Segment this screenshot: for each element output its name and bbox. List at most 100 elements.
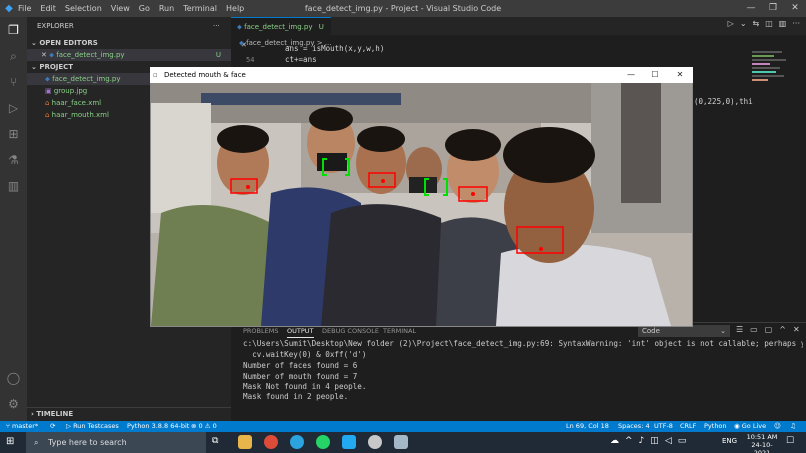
split-editor-icon[interactable]: ▥ — [779, 19, 787, 28]
files-icon[interactable]: ❐ — [0, 23, 27, 37]
search-icon[interactable]: ⌕ — [0, 49, 27, 64]
xml-file-icon: ⌂ — [45, 111, 52, 119]
network-icon[interactable]: ◫ — [650, 436, 659, 446]
run-testcases[interactable]: ▷ Run Testcases — [66, 421, 119, 432]
problems-status[interactable]: ⊗ 0 ⚠ 0 — [191, 421, 217, 432]
menu-view[interactable]: View — [111, 4, 130, 13]
language-status[interactable]: Python — [704, 421, 727, 432]
vscode-icon[interactable] — [342, 435, 356, 449]
encoding-status[interactable]: UTF-8 — [654, 421, 673, 432]
output-line: Mask found in 2 people. — [243, 392, 349, 401]
output-line: cv.waitKey(0) & 0xff('d') — [243, 350, 367, 359]
tab-terminal[interactable]: TERMINAL — [383, 327, 416, 335]
menu-edit[interactable]: Edit — [40, 4, 56, 13]
task-view-icon[interactable]: ⧉ — [212, 436, 218, 446]
tab-debug-console[interactable]: DEBUG CONSOLE — [322, 327, 379, 335]
status-bar: ⑂ master* ⟳ ▷ Run Testcases Python 3.8.8… — [0, 421, 806, 432]
image-close-icon[interactable]: ✕ — [668, 67, 692, 83]
volume-icon[interactable]: ◁ — [665, 436, 672, 446]
clock-time: 10:51 AM — [746, 433, 778, 441]
start-windows-icon[interactable]: ⊞ — [6, 436, 14, 447]
menu-selection[interactable]: Selection — [65, 4, 102, 13]
chart-icon[interactable]: ▥ — [0, 179, 27, 193]
whatsapp-icon[interactable] — [316, 435, 330, 449]
menu-help[interactable]: Help — [226, 4, 244, 13]
open-editor-filename: face_detect_img.py — [56, 51, 125, 59]
app-icon: ▫ — [153, 71, 158, 79]
interpreter-status[interactable]: Python 3.8.8 64-bit — [127, 421, 189, 432]
language-indicator[interactable]: ENG — [722, 437, 737, 445]
indentation-status[interactable]: Spaces: 4 — [618, 421, 650, 432]
notification-center-icon[interactable]: ☐ — [786, 436, 794, 446]
app-icon[interactable] — [368, 435, 382, 449]
menu-terminal[interactable]: Terminal — [183, 4, 217, 13]
more-actions-icon[interactable]: ··· — [792, 19, 800, 28]
detected-image — [151, 83, 692, 326]
cloud-icon[interactable]: ☁ — [610, 436, 619, 446]
timeline-label: TIMELINE — [36, 410, 74, 418]
maximize-icon[interactable]: ❐ — [762, 0, 784, 17]
tab-problems[interactable]: PROBLEMS — [243, 327, 278, 335]
chevron-up-icon[interactable]: ^ — [625, 436, 633, 446]
branch-status[interactable]: ⑂ master* — [6, 421, 38, 432]
editor-tab[interactable]: ⬥ face_detect_img.py U ✕ — [231, 17, 331, 49]
menu-run[interactable]: Run — [159, 4, 174, 13]
window-controls: — ❐ ✕ — [740, 0, 806, 17]
settings-gear-icon[interactable]: ⚙ — [0, 397, 27, 411]
file-name: group.jpg — [53, 87, 88, 95]
tab-label: face_detect_img.py — [244, 23, 313, 31]
image-maximize-icon[interactable]: ☐ — [643, 67, 667, 83]
file-explorer-icon[interactable] — [238, 435, 252, 449]
code-line-partial: ans = isMouth(x,y,w,h) — [285, 44, 385, 53]
battery-icon[interactable]: ▭ — [678, 436, 687, 446]
list-icon[interactable]: ☰ — [736, 325, 743, 334]
maximize-panel-icon[interactable]: ^ — [779, 325, 786, 334]
title-bar: ◆ File Edit Selection View Go Run Termin… — [0, 0, 806, 17]
menu-file[interactable]: File — [18, 4, 31, 13]
golive-status[interactable]: ◉ Go Live — [734, 421, 766, 432]
timeline-section[interactable]: › TIMELINE — [27, 407, 231, 419]
branch-name: master* — [11, 422, 39, 430]
chrome-icon[interactable] — [264, 435, 278, 449]
compare-icon[interactable]: ⇆ — [753, 19, 760, 28]
more-actions-icon[interactable]: ··· — [213, 20, 227, 32]
close-panel-icon[interactable]: ✕ — [793, 325, 800, 334]
taskbar-search-box[interactable]: ⌕ Type here to search — [26, 432, 206, 453]
minimap[interactable] — [752, 49, 792, 139]
sync-icon[interactable]: ⟳ — [50, 421, 55, 432]
untracked-badge: U — [215, 51, 221, 59]
panel-actions: ☰ ▭ ▢ ^ ✕ — [736, 325, 800, 334]
menu-go[interactable]: Go — [139, 4, 150, 13]
eol-status[interactable]: CRLF — [680, 421, 696, 432]
tab-output[interactable]: OUTPUT — [287, 327, 314, 338]
account-icon[interactable]: ◯ — [0, 371, 27, 385]
code-line-fragment: (0,225,0),thi — [694, 97, 753, 106]
image-window-titlebar[interactable]: ▫ Detected mouth & face — [150, 67, 693, 83]
editor-actions: ▷ ⌄ ⇆ ◫ ▥ ··· — [728, 19, 800, 28]
open-changes-icon[interactable]: ◫ — [765, 19, 773, 28]
testing-icon[interactable]: ⚗ — [0, 153, 27, 167]
microphone-icon[interactable]: ♪ — [639, 436, 645, 446]
cursor-position[interactable]: Ln 69, Col 18 — [566, 421, 609, 432]
chevron-down-icon[interactable]: ⌄ — [740, 19, 747, 28]
minimize-icon[interactable]: — — [740, 0, 762, 17]
code-line: ct+=ans — [285, 55, 317, 64]
python-icon[interactable] — [394, 435, 408, 449]
open-editors-section[interactable]: ⌄ OPEN EDITORS — [27, 37, 231, 49]
telegram-icon[interactable] — [290, 435, 304, 449]
clock[interactable]: 10:51 AM 24-10-2021 — [745, 433, 779, 453]
clear-output-icon[interactable]: ▢ — [765, 325, 773, 334]
image-minimize-icon[interactable]: — — [619, 67, 643, 83]
tab-badge: U — [318, 23, 324, 31]
lock-icon[interactable]: ▭ — [750, 325, 758, 334]
close-icon[interactable]: ✕ — [784, 0, 806, 17]
open-editor-item[interactable]: ✕ ⬥ face_detect_img.py U — [27, 49, 231, 61]
feedback-icon[interactable]: ☺ — [774, 421, 781, 432]
notifications-icon[interactable]: ♫ — [790, 421, 796, 432]
search-icon: ⌕ — [34, 438, 39, 447]
close-editor-icon[interactable]: ✕ — [41, 51, 49, 59]
source-control-icon[interactable]: ⑂ — [0, 75, 27, 89]
run-debug-icon[interactable]: ▷ — [0, 101, 27, 115]
run-icon[interactable]: ▷ — [728, 19, 734, 28]
extensions-icon[interactable]: ⊞ — [0, 127, 27, 141]
